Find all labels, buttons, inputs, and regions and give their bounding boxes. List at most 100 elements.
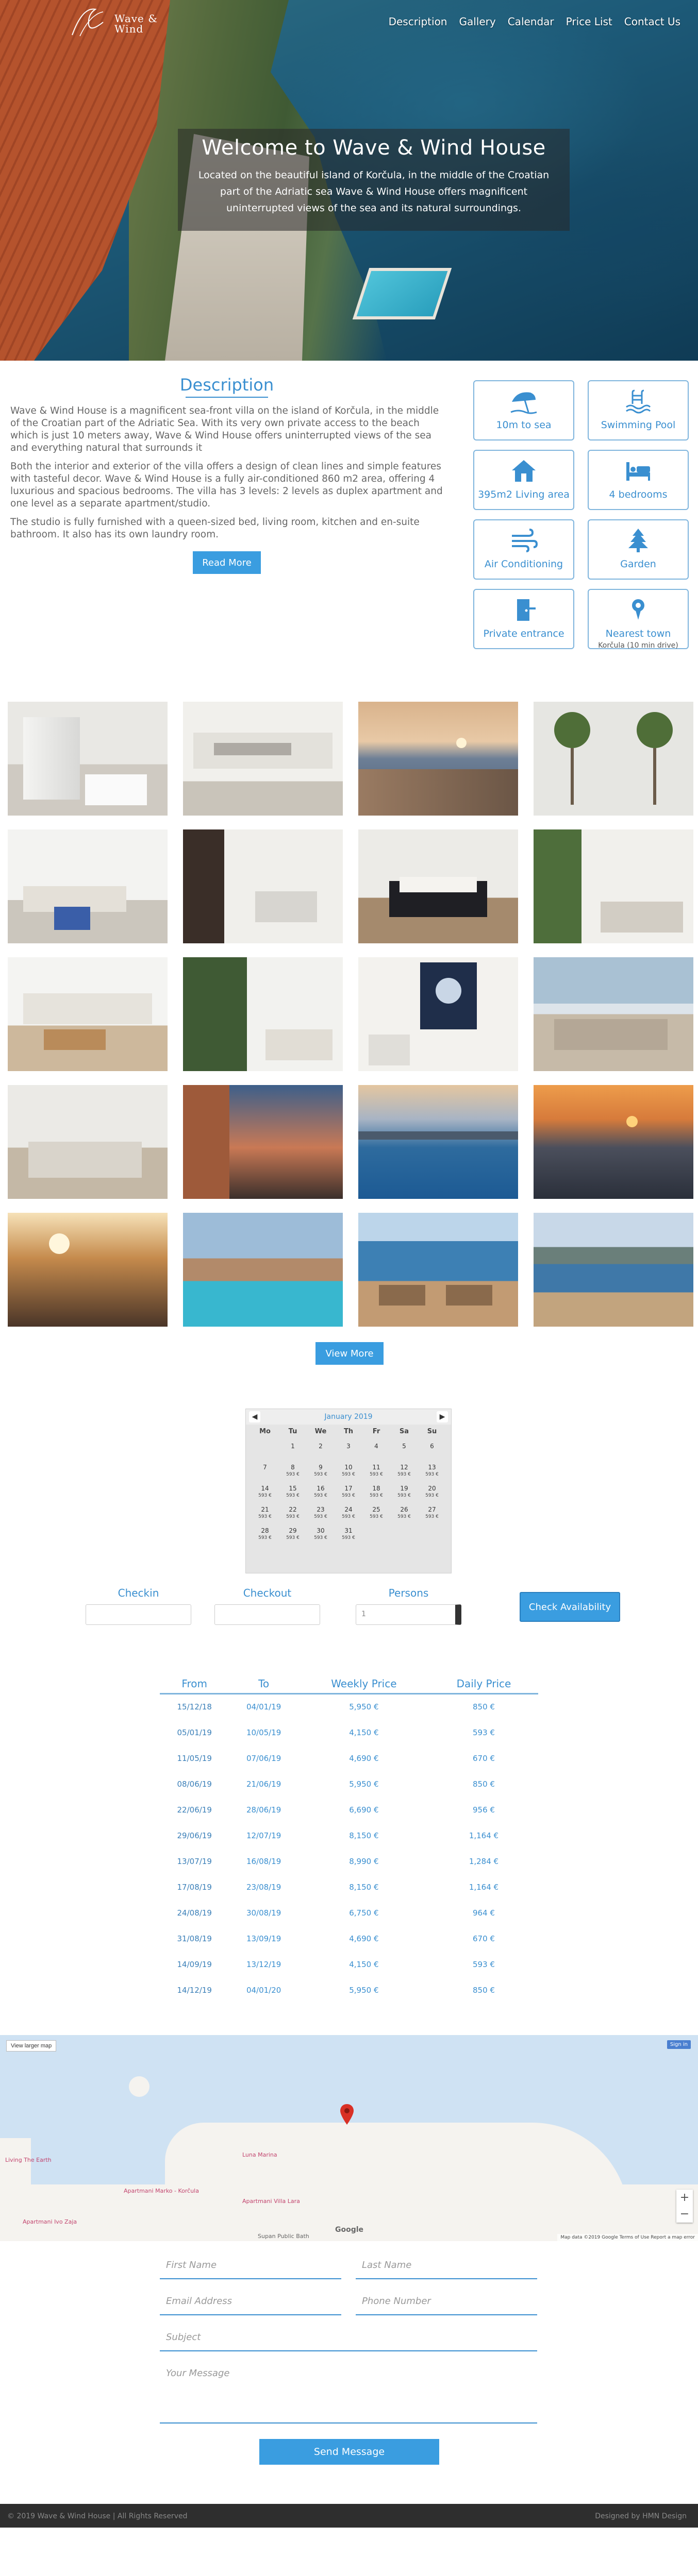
calendar-day[interactable]: 12 593 € [390,1462,418,1483]
calendar-day[interactable]: 26 593 € [390,1504,418,1525]
calendar-day[interactable]: 1 [279,1440,307,1462]
gallery-photo[interactable] [183,702,343,816]
calendar-day[interactable]: 14 593 € [251,1483,279,1504]
calendar-day[interactable]: 22 593 € [279,1504,307,1525]
calendar-day[interactable]: 21 593 € [251,1504,279,1525]
gallery-photo[interactable] [8,829,168,943]
checkout-input[interactable] [214,1604,320,1625]
prev-month-button[interactable]: ◀ [249,1411,260,1422]
price-cell: 31/08/19 [177,1934,212,1943]
subject-field[interactable]: Subject [160,2329,537,2351]
zoom-out-button[interactable]: − [676,2206,693,2223]
gallery-photo[interactable] [8,1085,168,1199]
calendar-day[interactable]: 4 [362,1440,390,1462]
calendar-day[interactable]: 18 593 € [362,1483,390,1504]
calendar-day[interactable]: 16 593 € [307,1483,335,1504]
nav-link-contact-us[interactable]: Contact Us [624,15,680,28]
check-availability-button[interactable]: Check Availability [520,1592,620,1622]
calendar-day[interactable]: 5 [390,1440,418,1462]
map-label: Luna Marina [242,2151,277,2158]
phone-field[interactable]: Phone Number [356,2293,537,2315]
calendar-day[interactable]: 9 593 € [307,1462,335,1483]
message-field[interactable]: Your Message [160,2365,537,2424]
calendar-day[interactable]: 31 593 € [335,1525,362,1546]
calendar-day[interactable]: 19 593 € [390,1483,418,1504]
gallery-photo[interactable] [358,1085,518,1199]
calendar-day[interactable]: 3 [335,1440,362,1462]
calendar-day-number: 4 [374,1443,378,1450]
read-more-button[interactable]: Read More [193,551,261,574]
map-label: Living The Earth [5,2157,52,2163]
gallery-photo[interactable] [8,1213,168,1327]
calendar-day[interactable]: 10 593 € [335,1462,362,1483]
gallery-photo[interactable] [358,1213,518,1327]
column-header-from: From [160,1674,229,1694]
calendar-day-of-week: Su [427,1428,437,1435]
calendar-day[interactable]: 28 593 € [251,1525,279,1546]
gallery-photo[interactable] [358,829,518,943]
calendar-day[interactable]: 17 593 € [335,1483,362,1504]
calendar-day[interactable]: 11 593 € [362,1462,390,1483]
calendar-day[interactable]: 27 593 € [418,1504,446,1525]
logo[interactable]: Wave & Wind [67,4,160,40]
calendar-section: ◀ January 2019 ▶ Mo Tu We Th Fr Sa Su 1 2 3 4 5 6 7 8 5… [0,1365,698,1587]
calendar-day[interactable]: 7 [251,1462,279,1483]
gallery-photo[interactable] [358,957,518,1071]
calendar-day[interactable]: 30 593 € [307,1525,335,1546]
gallery-photo[interactable] [183,1085,343,1199]
persons-select[interactable]: 1 [356,1604,461,1625]
nav-link-gallery[interactable]: Gallery [459,15,495,28]
calendar-day-price: 593 € [370,1472,383,1477]
calendar-day[interactable]: 15 593 € [279,1483,307,1504]
map-section[interactable]: View larger map Sign in Apartmani Ivo Za… [0,2035,698,2241]
designer-credit[interactable]: Designed by HMN Design [595,2512,687,2520]
email-field[interactable]: Email Address [160,2293,341,2315]
calendar-day-number: 25 [372,1506,380,1513]
gallery-photo[interactable] [8,702,168,816]
feature-nearest-town: Nearest town Korčula (10 min drive) [588,589,689,650]
calendar-day[interactable]: 6 [418,1440,446,1462]
calendar-day[interactable]: 13 593 € [418,1462,446,1483]
view-larger-map-link[interactable]: View larger map [6,2040,57,2052]
calendar-day[interactable]: 24 593 € [335,1504,362,1525]
price-cell: 6,750 € [349,1908,379,1918]
view-more-button[interactable]: View More [315,1342,384,1365]
nav-link-calendar[interactable]: Calendar [508,15,554,28]
calendar-day-number: 3 [346,1443,351,1450]
gallery-photo[interactable] [534,1085,693,1199]
zoom-in-button[interactable]: + [676,2190,693,2206]
map-marker-icon[interactable] [340,2104,354,2127]
nav-link-description[interactable]: Description [389,15,447,28]
calendar-day[interactable]: 25 593 € [362,1504,390,1525]
calendar-day[interactable]: 8 593 € [279,1462,307,1483]
gallery-photo[interactable] [534,1213,693,1327]
price-row: 17/08/19 23/08/19 8,150 € 1,164 € [160,1874,538,1900]
feature-living-area: 395m2 Living area [473,450,574,510]
calendar-day[interactable]: 2 [307,1440,335,1462]
calendar-day[interactable]: 23 593 € [307,1504,335,1525]
nav-link-price-list[interactable]: Price List [566,15,612,28]
gallery-photo[interactable] [183,957,343,1071]
checkin-input[interactable] [86,1604,191,1625]
calendar-day[interactable]: 29 593 € [279,1525,307,1546]
nav-links: Description Gallery Calendar Price List … [389,15,680,28]
price-cell: 23/08/19 [246,1882,281,1892]
gallery-photo[interactable] [534,829,693,943]
gallery-photo[interactable] [534,702,693,816]
next-month-button[interactable]: ▶ [437,1411,448,1422]
map-sign-in-button[interactable]: Sign in [667,2040,691,2049]
gallery-photo[interactable] [358,702,518,816]
last-name-field[interactable]: Last Name [356,2257,537,2279]
send-message-button[interactable]: Send Message [259,2439,439,2465]
gallery-photo[interactable] [183,1213,343,1327]
calendar-day[interactable]: 20 593 € [418,1483,446,1504]
gallery-photo[interactable] [8,957,168,1071]
price-cell: 15/12/18 [177,1702,212,1712]
map-attribution[interactable]: Map data ©2019 Google Terms of Use Repor… [557,2234,698,2241]
gallery-photo[interactable] [183,829,343,943]
hero-section: Wave & Wind Description Gallery Calendar… [0,0,698,361]
gallery-photo[interactable] [534,957,693,1071]
price-cell: 964 € [472,1908,495,1918]
first-name-field[interactable]: First Name [160,2257,341,2279]
checkin-field: Checkin [86,1587,191,1625]
